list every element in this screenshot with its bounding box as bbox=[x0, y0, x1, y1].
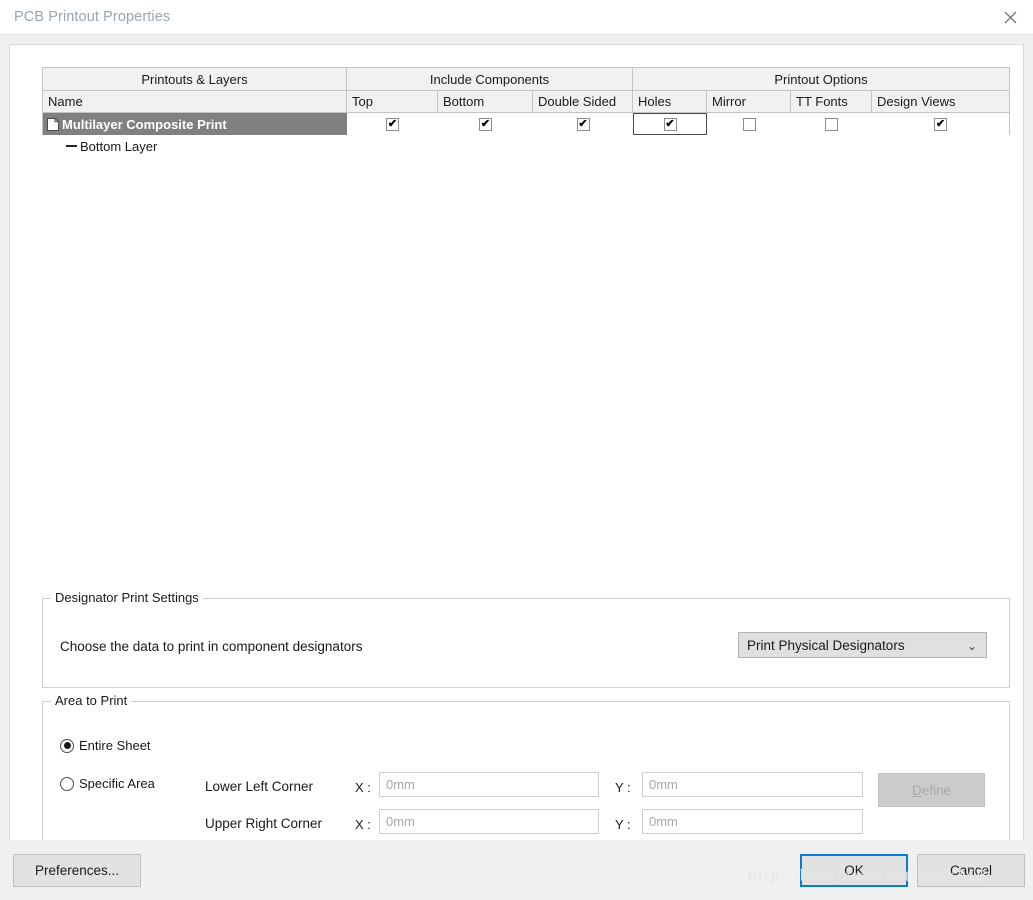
lower-left-x-label: X : bbox=[355, 780, 371, 795]
area-to-print-group: Area to Print Entire Sheet Specific Area… bbox=[42, 693, 1010, 851]
group-header-printouts-layers: Printouts & Layers bbox=[43, 68, 347, 90]
column-header-design-views[interactable]: Design Views bbox=[872, 91, 1009, 112]
table-row[interactable]: Multilayer Composite Print ✔ ✔ ✔ ✔ ✔ bbox=[43, 113, 1009, 135]
cell-tt-fonts[interactable] bbox=[791, 113, 872, 135]
preferences-button[interactable]: Preferences... bbox=[13, 854, 141, 887]
designator-description-label: Choose the data to print in component de… bbox=[60, 639, 363, 654]
define-button[interactable]: Define bbox=[878, 773, 985, 807]
radio-specific-area-icon bbox=[60, 776, 74, 791]
radio-entire-sheet-icon bbox=[60, 738, 74, 753]
close-button[interactable] bbox=[987, 0, 1033, 34]
window-title: PCB Printout Properties bbox=[14, 9, 171, 25]
radio-specific-area-label: Specific Area bbox=[79, 776, 155, 791]
designator-print-settings-group: Designator Print Settings Choose the dat… bbox=[42, 590, 1010, 688]
layer-dash-icon bbox=[66, 145, 77, 147]
designator-dropdown[interactable]: Print Physical Designators ⌄ bbox=[738, 632, 987, 658]
ok-button[interactable]: OK bbox=[800, 854, 908, 887]
checkbox-double-sided[interactable]: ✔ bbox=[576, 117, 590, 131]
table-group-header-row: Printouts & Layers Include Components Pr… bbox=[43, 68, 1009, 91]
footer-bar: Preferences... OK Cancel bbox=[0, 840, 1033, 900]
upper-right-corner-label: Upper Right Corner bbox=[205, 816, 323, 831]
upper-right-x-input[interactable] bbox=[379, 809, 599, 834]
table-column-header-row: Name Top Bottom Double Sided Holes Mirro… bbox=[43, 91, 1009, 113]
column-header-name[interactable]: Name bbox=[43, 91, 347, 112]
lower-left-y-input[interactable] bbox=[642, 772, 863, 797]
radio-entire-sheet-label: Entire Sheet bbox=[79, 738, 151, 753]
column-header-top[interactable]: Top bbox=[347, 91, 438, 112]
checkbox-tt-fonts[interactable] bbox=[825, 117, 838, 131]
lower-left-x-input[interactable] bbox=[379, 772, 599, 797]
cell-bottom[interactable]: ✔ bbox=[438, 113, 533, 135]
define-button-mnemonic: D bbox=[911, 782, 922, 798]
cell-double-sided[interactable]: ✔ bbox=[533, 113, 633, 135]
column-header-double-sided[interactable]: Double Sided bbox=[533, 91, 633, 112]
designator-dropdown-value: Print Physical Designators bbox=[747, 637, 905, 653]
upper-right-x-label: X : bbox=[355, 817, 371, 832]
document-icon bbox=[47, 117, 59, 131]
printouts-table[interactable]: Printouts & Layers Include Components Pr… bbox=[42, 67, 1010, 135]
row-name-label: Bottom Layer bbox=[80, 138, 158, 154]
content-panel: Printouts & Layers Include Components Pr… bbox=[9, 44, 1024, 851]
cell-holes[interactable]: ✔ bbox=[633, 113, 707, 135]
define-button-label: efine bbox=[921, 782, 952, 798]
row-name-cell[interactable]: Bottom Layer bbox=[42, 135, 346, 157]
table-row[interactable]: Bottom Layer bbox=[42, 135, 1010, 157]
designator-group-legend: Designator Print Settings bbox=[51, 590, 203, 605]
checkbox-holes[interactable]: ✔ bbox=[663, 117, 677, 131]
group-header-printout-options: Printout Options bbox=[774, 71, 868, 87]
cell-mirror[interactable] bbox=[707, 113, 791, 135]
checkbox-mirror[interactable] bbox=[742, 117, 756, 131]
lower-left-corner-label: Lower Left Corner bbox=[205, 779, 314, 794]
column-header-tt-fonts[interactable]: TT Fonts bbox=[791, 91, 872, 112]
cell-top[interactable]: ✔ bbox=[347, 113, 438, 135]
column-header-bottom[interactable]: Bottom bbox=[438, 91, 533, 112]
radio-specific-area[interactable]: Specific Area bbox=[60, 776, 155, 791]
row-name-label: Multilayer Composite Print bbox=[62, 116, 227, 132]
area-group-legend: Area to Print bbox=[51, 693, 132, 708]
upper-right-y-input[interactable] bbox=[642, 809, 863, 834]
group-header-include-components: Include Components bbox=[347, 68, 633, 90]
dialog-body: Printouts & Layers Include Components Pr… bbox=[0, 35, 1033, 900]
lower-left-y-label: Y : bbox=[615, 780, 631, 795]
column-header-holes[interactable]: Holes bbox=[633, 91, 707, 112]
checkbox-bottom[interactable]: ✔ bbox=[479, 117, 492, 131]
chevron-down-icon: ⌄ bbox=[966, 639, 977, 653]
cancel-button[interactable]: Cancel bbox=[917, 854, 1025, 887]
checkbox-top[interactable]: ✔ bbox=[386, 117, 399, 131]
row-name-cell[interactable]: Multilayer Composite Print bbox=[43, 113, 347, 135]
radio-entire-sheet[interactable]: Entire Sheet bbox=[60, 738, 151, 753]
close-icon bbox=[1004, 11, 1016, 23]
column-header-mirror[interactable]: Mirror bbox=[707, 91, 791, 112]
title-bar: PCB Printout Properties bbox=[0, 0, 1033, 35]
cell-design-views[interactable]: ✔ bbox=[872, 113, 1009, 135]
checkbox-design-views[interactable]: ✔ bbox=[934, 117, 947, 131]
upper-right-y-label: Y : bbox=[615, 817, 631, 832]
